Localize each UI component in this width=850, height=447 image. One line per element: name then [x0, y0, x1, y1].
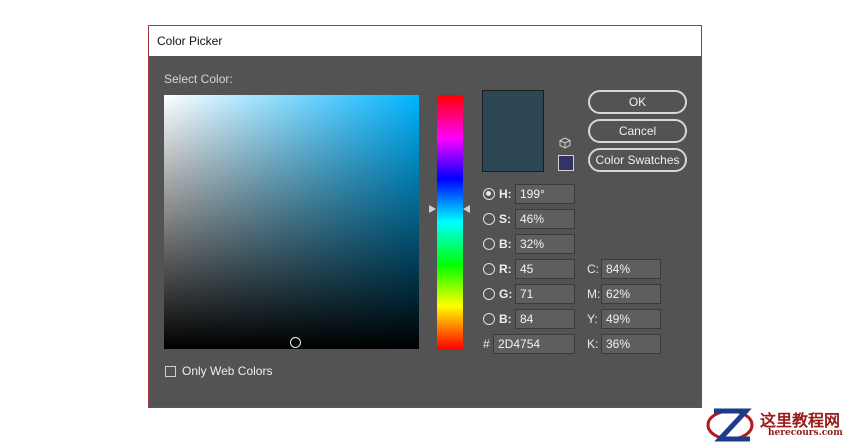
radio-red[interactable]	[483, 263, 495, 275]
hue-slider[interactable]	[437, 95, 463, 349]
cancel-button[interactable]: Cancel	[588, 119, 687, 143]
red-label: R:	[499, 262, 512, 276]
radio-blue[interactable]	[483, 313, 495, 325]
black-label: K:	[587, 337, 599, 351]
hex-field[interactable]: 2D4754	[493, 334, 575, 354]
blue-label: B:	[499, 312, 512, 326]
cube-icon[interactable]	[559, 137, 571, 149]
only-web-colors-label[interactable]: Only Web Colors	[182, 364, 272, 378]
green-label: G:	[499, 287, 513, 301]
dialog-title: Color Picker	[149, 26, 701, 56]
select-color-label: Select Color:	[164, 72, 233, 86]
color-swatches-button[interactable]: Color Swatches	[588, 148, 687, 172]
cyan-label: C:	[587, 262, 599, 276]
hue-slider-left-arrow[interactable]	[429, 205, 436, 213]
cyan-field[interactable]: 84%	[601, 259, 661, 279]
hex-label: #	[483, 337, 490, 351]
brightness-field[interactable]: 32%	[515, 234, 575, 254]
yellow-field[interactable]: 49%	[601, 309, 661, 329]
magenta-label: M:	[587, 287, 601, 301]
hue-slider-right-arrow[interactable]	[463, 205, 470, 213]
web-safe-swatch[interactable]	[558, 155, 574, 171]
radio-green[interactable]	[483, 288, 495, 300]
current-color-swatch	[482, 90, 544, 172]
brightness-label: B:	[499, 237, 512, 251]
hue-field[interactable]: 199°	[515, 184, 575, 204]
saturation-field[interactable]: 46%	[515, 209, 575, 229]
radio-hue[interactable]	[483, 188, 495, 200]
blue-field[interactable]: 84	[515, 309, 575, 329]
color-field-cursor[interactable]	[290, 337, 301, 348]
radio-saturation[interactable]	[483, 213, 495, 225]
watermark-url: herecours.com	[768, 428, 843, 438]
ok-button[interactable]: OK	[588, 90, 687, 114]
hue-label: H:	[499, 187, 512, 201]
yellow-label: Y:	[587, 312, 598, 326]
magenta-field[interactable]: 62%	[601, 284, 661, 304]
green-field[interactable]: 71	[515, 284, 575, 304]
color-field[interactable]	[164, 95, 419, 349]
black-field[interactable]: 36%	[601, 334, 661, 354]
only-web-colors-checkbox[interactable]	[165, 366, 176, 377]
color-picker-dialog: Color Picker Select Color: OK Cancel Col…	[148, 25, 702, 408]
red-field[interactable]: 45	[515, 259, 575, 279]
radio-brightness[interactable]	[483, 238, 495, 250]
saturation-label: S:	[499, 212, 511, 226]
